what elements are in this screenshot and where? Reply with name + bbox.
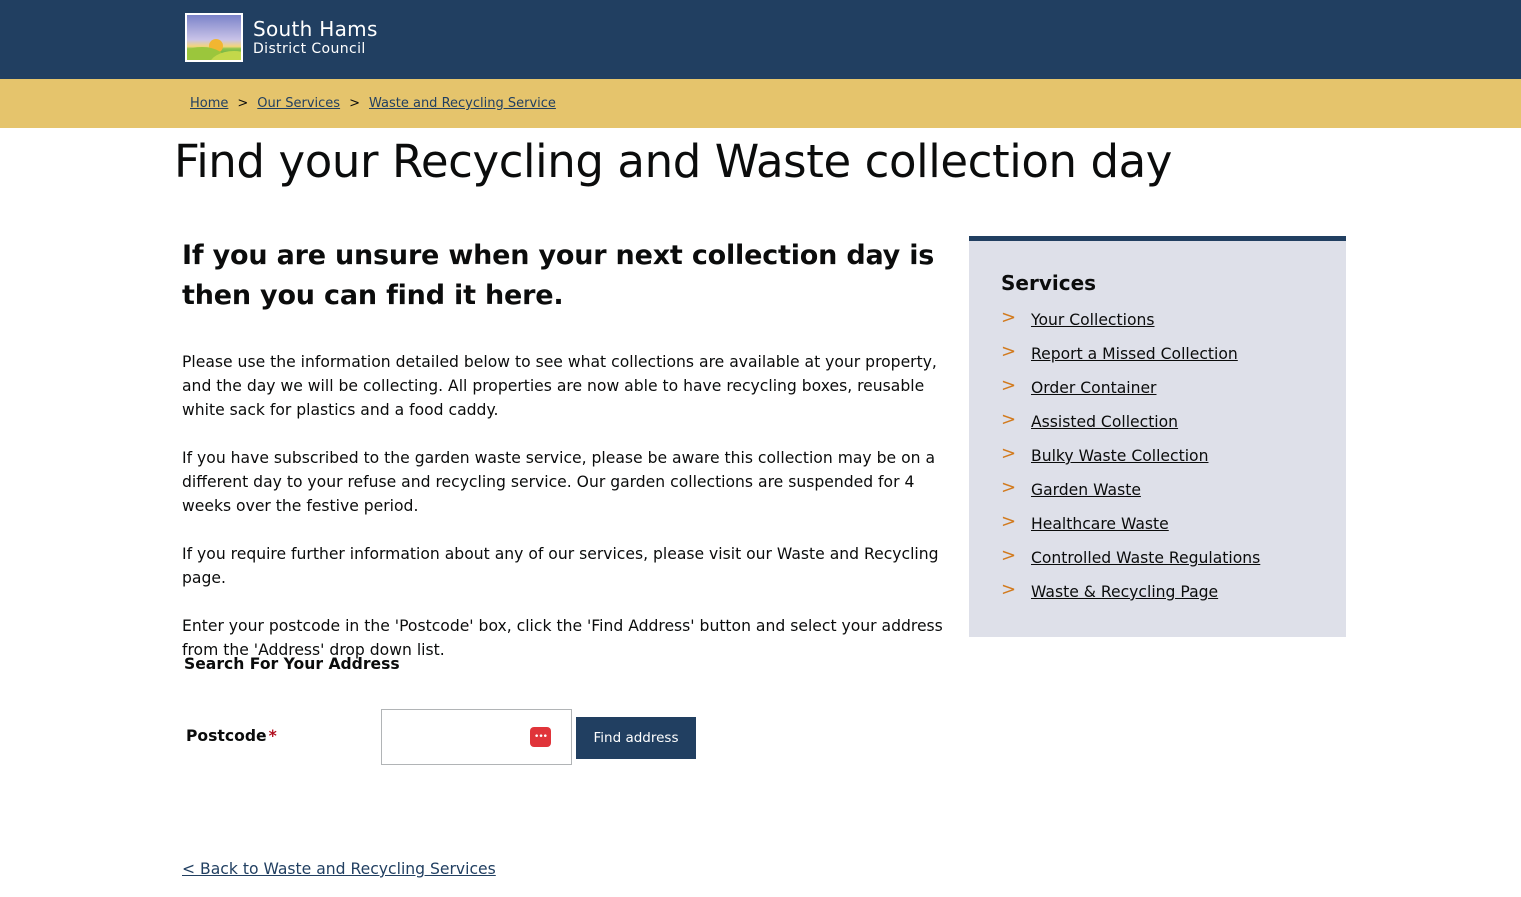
sidebar-item-your-collections[interactable]: Your Collections	[1031, 309, 1155, 331]
list-item: > Order Container	[1001, 377, 1346, 411]
sidebar-item-assisted-collection[interactable]: Assisted Collection	[1031, 411, 1178, 433]
main-content: If you are unsure when your next collect…	[182, 236, 952, 662]
services-list: > Your Collections > Report a Missed Colle…	[1001, 309, 1346, 615]
sidebar-title: Services	[1001, 271, 1097, 295]
chevron-right-icon: >	[1001, 579, 1017, 600]
lead-heading: If you are unsure when your next collect…	[182, 240, 935, 311]
chevron-right-icon: >	[1001, 477, 1017, 498]
breadcrumb-our-services[interactable]: Our Services	[257, 96, 340, 111]
required-marker: *	[268, 727, 277, 745]
info-paragraph: If you require further information about…	[182, 545, 939, 587]
logo-subtitle: District Council	[253, 41, 366, 57]
breadcrumb-home[interactable]: Home	[190, 96, 228, 111]
chevron-right-icon: >	[1001, 375, 1017, 396]
chevron-right-icon: >	[1001, 545, 1017, 566]
sidebar-item-waste-recycling-page[interactable]: Waste & Recycling Page	[1031, 581, 1218, 603]
list-item: > Garden Waste	[1001, 479, 1346, 513]
find-address-button[interactable]: Find address	[576, 717, 696, 759]
postcode-input[interactable]: •••	[381, 709, 572, 765]
sidebar-item-garden-waste[interactable]: Garden Waste	[1031, 479, 1141, 501]
logo-text: South Hams District Council	[253, 19, 378, 56]
search-heading: Search For Your Address	[184, 655, 400, 673]
logo-emblem	[185, 13, 243, 62]
breadcrumb-separator: >	[237, 96, 249, 111]
site-header: South Hams District Council	[0, 0, 1521, 79]
breadcrumb: Home > Our Services > Waste and Recyclin…	[190, 96, 556, 111]
chevron-right-icon: >	[1001, 341, 1017, 362]
chevron-right-icon: >	[1001, 443, 1017, 464]
logo-name: South Hams	[253, 17, 378, 41]
sidebar-item-report-missed-collection[interactable]: Report a Missed Collection	[1031, 343, 1238, 365]
list-item: > Report a Missed Collection	[1001, 343, 1346, 377]
info-paragraph: Please use the information detailed belo…	[182, 353, 937, 419]
sidebar-item-healthcare-waste[interactable]: Healthcare Waste	[1031, 513, 1169, 535]
info-paragraph: If you have subscribed to the garden was…	[182, 449, 936, 515]
list-item: > Your Collections	[1001, 309, 1346, 343]
postcode-label-text: Postcode	[186, 727, 267, 745]
chevron-right-icon: >	[1001, 307, 1017, 328]
chevron-right-icon: >	[1001, 511, 1017, 532]
list-item: > Assisted Collection	[1001, 411, 1346, 445]
sidebar-item-bulky-waste[interactable]: Bulky Waste Collection	[1031, 445, 1208, 467]
council-logo[interactable]: South Hams District Council	[185, 13, 378, 62]
page-title: Find your Recycling and Waste collection…	[174, 135, 1173, 188]
postcode-label: Postcode *	[186, 727, 277, 745]
sidebar-item-controlled-waste[interactable]: Controlled Waste Regulations	[1031, 547, 1260, 569]
breadcrumb-bar: Home > Our Services > Waste and Recyclin…	[0, 79, 1521, 128]
chevron-right-icon: >	[1001, 409, 1017, 430]
list-item: > Controlled Waste Regulations	[1001, 547, 1346, 581]
password-manager-icon[interactable]: •••	[530, 727, 551, 747]
breadcrumb-waste-recycling[interactable]: Waste and Recycling Service	[369, 96, 556, 111]
list-item: > Waste & Recycling Page	[1001, 581, 1346, 615]
list-item: > Bulky Waste Collection	[1001, 445, 1346, 479]
breadcrumb-separator: >	[349, 96, 360, 111]
back-to-waste-services-link[interactable]: < Back to Waste and Recycling Services	[182, 860, 496, 878]
list-item: > Healthcare Waste	[1001, 513, 1346, 547]
services-sidebar: Services > Your Collections > Report a Mis…	[969, 236, 1346, 637]
sidebar-item-order-container[interactable]: Order Container	[1031, 377, 1156, 399]
